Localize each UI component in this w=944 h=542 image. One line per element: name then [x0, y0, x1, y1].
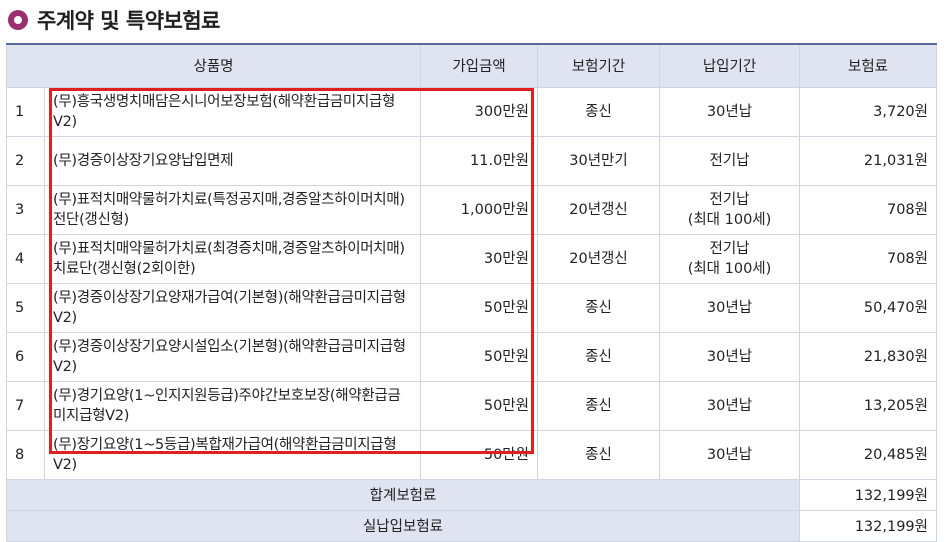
- product-name-cell: (무)표적치매약물허가치료(최경증치매,경증알츠하이머치매)치료단(갱신형(2회…: [44, 233, 421, 284]
- premium-table: 상품명 가입금액 보험기간 납입기간 보험료 1 (무)흥국생명치매담은시니어보장…: [6, 43, 937, 542]
- period-cell: 종신: [537, 429, 660, 480]
- premium-cell: 20,485원: [799, 429, 937, 480]
- product-name-cell: (무)경기요양(1~인지지원등급)주야간보호보장(해약환급금미지급형V2): [44, 380, 421, 431]
- payment-period-cell: 30년납: [659, 86, 800, 137]
- section-header: 주계약 및 특약보험료: [8, 4, 221, 36]
- table-row: 2 (무)경증이상장기요양납입면제 11.0만원 30년만기 전기납 21,031원: [6, 135, 937, 186]
- period-cell: 20년갱신: [537, 233, 660, 284]
- payment-period-cell: 30년납: [659, 380, 800, 431]
- table-header-row: 상품명 가입금액 보험기간 납입기간 보험료: [6, 43, 937, 88]
- amount-cell: 30만원: [420, 233, 538, 284]
- premium-cell: 21,830원: [799, 331, 937, 382]
- table-row: 3 (무)표적치매약물허가치료(특정공지매,경증알츠하이머치매)전단(갱신형) 1,…: [6, 184, 937, 235]
- payment-period-cell: 30년납: [659, 282, 800, 333]
- row-number-cell: 3: [6, 184, 45, 235]
- payment-period-cell: 전기납: [659, 135, 800, 186]
- header-payment: 납입기간: [659, 43, 800, 88]
- total-value: 132,199원: [799, 478, 937, 511]
- section-title: 주계약 및 특약보험료: [37, 9, 221, 33]
- product-name-cell: (무)경증이상장기요양재가급여(기본형)(해약환급금미지급형V2): [44, 282, 421, 333]
- period-cell: 30년만기: [537, 135, 660, 186]
- header-product-name: 상품명: [6, 43, 421, 88]
- table-row: 8 (무)장기요양(1~5등급)복합재가급여(해약환급금미지급형V2) 50만원 종신…: [6, 429, 937, 480]
- table-row: 6 (무)경증이상장기요양시설입소(기본형)(해약환급금미지급형V2) 50만원 종신…: [6, 331, 937, 382]
- product-name-cell: (무)경증이상장기요양납입면제: [44, 135, 421, 186]
- product-name-cell: (무)장기요양(1~5등급)복합재가급여(해약환급금미지급형V2): [44, 429, 421, 480]
- circle-bullet-icon: [8, 10, 28, 30]
- row-number-cell: 6: [6, 331, 45, 382]
- amount-cell: 300만원: [420, 86, 538, 137]
- premium-cell: 708원: [799, 184, 937, 235]
- period-cell: 종신: [537, 331, 660, 382]
- period-cell: 종신: [537, 282, 660, 333]
- payment-period-cell: 전기납 (최대 100세): [659, 233, 800, 284]
- product-name-cell: (무)표적치매약물허가치료(특정공지매,경증알츠하이머치매)전단(갱신형): [44, 184, 421, 235]
- period-cell: 20년갱신: [537, 184, 660, 235]
- amount-cell: 50만원: [420, 282, 538, 333]
- product-name-cell: (무)경증이상장기요양시설입소(기본형)(해약환급금미지급형V2): [44, 331, 421, 382]
- paid-row: 실납입보험료 132,199원: [6, 509, 937, 542]
- row-number-cell: 8: [6, 429, 45, 480]
- period-cell: 종신: [537, 86, 660, 137]
- total-row: 합계보험료 132,199원: [6, 478, 937, 511]
- paid-value: 132,199원: [799, 509, 937, 542]
- amount-cell: 11.0만원: [420, 135, 538, 186]
- row-number-cell: 5: [6, 282, 45, 333]
- row-number-cell: 7: [6, 380, 45, 431]
- product-name-cell: (무)흥국생명치매담은시니어보장보험(해약환급금미지급형V2): [44, 86, 421, 137]
- amount-cell: 50만원: [420, 380, 538, 431]
- payment-period-cell: 전기납 (최대 100세): [659, 184, 800, 235]
- period-cell: 종신: [537, 380, 660, 431]
- header-amount: 가입금액: [420, 43, 538, 88]
- row-number-cell: 1: [6, 86, 45, 137]
- premium-cell: 3,720원: [799, 86, 937, 137]
- amount-cell: 1,000만원: [420, 184, 538, 235]
- header-period: 보험기간: [537, 43, 660, 88]
- row-number-cell: 2: [6, 135, 45, 186]
- table-row: 4 (무)표적치매약물허가치료(최경증치매,경증알츠하이머치매)치료단(갱신형(2…: [6, 233, 937, 284]
- premium-cell: 708원: [799, 233, 937, 284]
- paid-label: 실납입보험료: [6, 509, 800, 542]
- premium-cell: 50,470원: [799, 282, 937, 333]
- table-row: 7 (무)경기요양(1~인지지원등급)주야간보호보장(해약환급금미지급형V2) 50…: [6, 380, 937, 431]
- row-number-cell: 4: [6, 233, 45, 284]
- table-row: 1 (무)흥국생명치매담은시니어보장보험(해약환급금미지급형V2) 300만원 종신 3…: [6, 86, 937, 137]
- payment-period-cell: 30년납: [659, 331, 800, 382]
- amount-cell: 50만원: [420, 429, 538, 480]
- amount-cell: 50만원: [420, 331, 538, 382]
- table-row: 5 (무)경증이상장기요양재가급여(기본형)(해약환급금미지급형V2) 50만원 종신…: [6, 282, 937, 333]
- premium-cell: 21,031원: [799, 135, 937, 186]
- total-label: 합계보험료: [6, 478, 800, 511]
- header-premium: 보험료: [799, 43, 937, 88]
- payment-period-cell: 30년납: [659, 429, 800, 480]
- premium-cell: 13,205원: [799, 380, 937, 431]
